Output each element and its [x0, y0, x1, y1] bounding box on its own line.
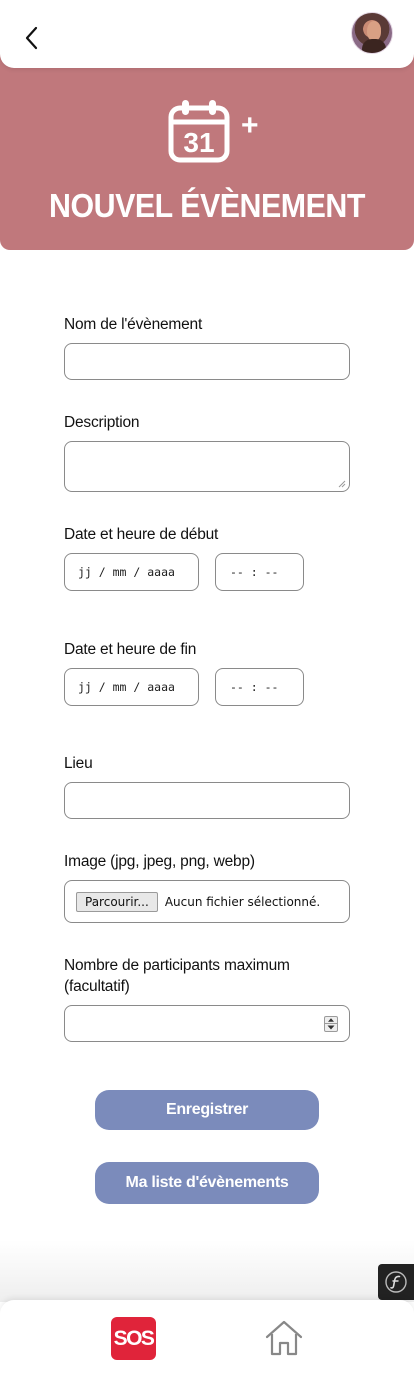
user-avatar[interactable]: [351, 12, 393, 54]
start-time-input[interactable]: -- : --: [215, 553, 304, 591]
symfony-logo-icon: [385, 1271, 407, 1293]
max-participants-label: Nombre de participants maximum: [64, 957, 290, 974]
calendar-day: 31: [183, 127, 214, 158]
end-date-placeholder: jj / mm / aaaa: [78, 680, 175, 694]
start-date-input[interactable]: jj / mm / aaaa: [64, 553, 199, 591]
place-label: Lieu: [64, 755, 93, 772]
back-button[interactable]: [20, 24, 44, 52]
start-time-placeholder: -- : --: [230, 565, 279, 579]
sos-button[interactable]: SOS: [111, 1317, 156, 1360]
start-label: Date et heure de début: [64, 526, 219, 543]
start-date-placeholder: jj / mm / aaaa: [78, 565, 175, 579]
description-label: Description: [64, 414, 140, 431]
max-participants-optional: (facultatif): [64, 978, 130, 995]
description-textarea[interactable]: [64, 441, 350, 492]
end-time-input[interactable]: -- : --: [215, 668, 304, 706]
max-participants-input[interactable]: [64, 1005, 350, 1042]
bottom-nav: SOS: [0, 1300, 414, 1382]
browse-button[interactable]: Parcourir...: [76, 891, 158, 912]
home-icon[interactable]: [263, 1317, 305, 1359]
image-label: Image (jpg, jpeg, png, webp): [64, 853, 255, 870]
save-button[interactable]: Enregistrer: [95, 1090, 319, 1130]
avatar-body: [362, 39, 386, 53]
resize-grip-icon[interactable]: [338, 480, 346, 488]
number-stepper[interactable]: [324, 1016, 338, 1032]
bottom-fade: [0, 1240, 414, 1302]
image-file-input[interactable]: Parcourir... Aucun fichier sélectionné.: [64, 880, 350, 923]
end-time-placeholder: -- : --: [230, 680, 279, 694]
top-bar: [0, 0, 414, 68]
avatar-face: [367, 21, 381, 41]
place-input[interactable]: [64, 782, 350, 819]
end-label: Date et heure de fin: [64, 641, 197, 658]
name-input[interactable]: [64, 343, 350, 380]
symfony-toolbar-toggle[interactable]: [378, 1264, 414, 1300]
calendar-add-icon: 31: [168, 100, 230, 163]
end-date-input[interactable]: jj / mm / aaaa: [64, 668, 199, 706]
my-events-button[interactable]: Ma liste d'évènements: [95, 1162, 319, 1204]
page-title: NOUVEL ÉVÈNEMENT: [49, 187, 365, 224]
stepper-up-icon[interactable]: [325, 1017, 337, 1024]
chevron-left-icon: [25, 26, 38, 50]
plus-icon: +: [241, 109, 259, 142]
stepper-down-icon[interactable]: [325, 1024, 337, 1031]
file-status: Aucun fichier sélectionné.: [164, 894, 321, 909]
name-label: Nom de l'évènement: [64, 316, 203, 333]
